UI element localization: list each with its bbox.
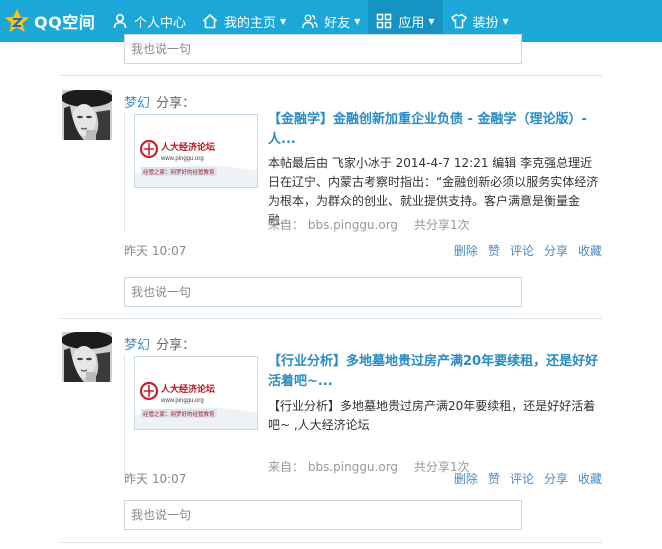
comment-button[interactable]: 评论: [510, 470, 534, 487]
nav-label: 应用: [398, 15, 425, 31]
link-thumbnail[interactable]: 人大经济论坛 www.pinggu.org 经管之家：网罗好的经管教育: [134, 114, 258, 188]
person-icon: [112, 13, 128, 29]
link-source: 来自： bbs.pinggu.org 共分享1次: [268, 216, 470, 233]
source-label: 来自：: [268, 460, 305, 474]
like-button[interactable]: 赞: [488, 242, 500, 259]
thumb-site-url: www.pinggu.org: [160, 398, 204, 404]
link-thumbnail[interactable]: 人大经济论坛 www.pinggu.org 经管之家：网罗好的经管教育: [134, 356, 258, 430]
home-icon: [202, 13, 218, 29]
nav-label: 好友: [324, 15, 351, 31]
share-button[interactable]: 分享: [544, 470, 568, 487]
thumb-slogan: 经管之家：网罗好的经管教育: [143, 410, 215, 418]
comment-input[interactable]: 我也说一句: [124, 277, 522, 307]
author-verb: 分享：: [156, 338, 196, 353]
post-time: 昨天 10:07: [124, 244, 187, 258]
link-summary: 【行业分析】多地墓地贵过房产满20年要续租，还是好好活着吧~ ,人大经济论坛: [268, 399, 596, 432]
caret-down-icon: ▼: [354, 16, 361, 26]
nav-label: 装扮: [472, 15, 499, 31]
thumb-site-url: www.pinggu.org: [160, 156, 204, 162]
author-name[interactable]: 梦幻: [124, 96, 150, 111]
avatar[interactable]: [62, 90, 112, 140]
delete-button[interactable]: 删除: [454, 242, 478, 259]
share-count[interactable]: 共分享1次: [414, 218, 470, 232]
caret-down-icon: ▼: [428, 16, 435, 26]
post-time: 昨天 10:07: [124, 472, 187, 486]
author-name[interactable]: 梦幻: [124, 338, 150, 353]
feed-divider: [60, 75, 602, 76]
favorite-button[interactable]: 收藏: [578, 470, 602, 487]
shirt-icon: [450, 13, 467, 29]
shared-link-card: 人大经济论坛 www.pinggu.org 经管之家：网罗好的经管教育 【金融学…: [124, 112, 604, 232]
feed-divider: [60, 318, 602, 319]
source-label: 来自：: [268, 218, 305, 232]
thumb-slogan: 经管之家：网罗好的经管教育: [143, 168, 215, 176]
apps-icon: [376, 13, 392, 29]
share-button[interactable]: 分享: [544, 242, 568, 259]
link-source: 来自： bbs.pinggu.org 共分享1次: [268, 458, 470, 475]
qzone-logo[interactable]: QQ空间: [0, 0, 104, 42]
comment-button[interactable]: 评论: [510, 242, 534, 259]
star-logo-icon: [4, 8, 30, 33]
avatar[interactable]: [62, 332, 112, 382]
post-actions: 删除 赞 评论 分享 收藏: [454, 470, 602, 487]
card-left-border: [124, 112, 125, 232]
shared-link-card: 人大经济论坛 www.pinggu.org 经管之家：网罗好的经管教育 【行业分…: [124, 354, 604, 474]
comment-input[interactable]: 我也说一句: [124, 34, 522, 64]
link-title[interactable]: 【行业分析】多地墓地贵过房产满20年要续租，还是好好活着吧~...: [268, 352, 600, 392]
caret-down-icon: ▼: [502, 16, 509, 26]
author-verb: 分享：: [156, 96, 196, 111]
link-title[interactable]: 【金融学】金融创新加重企业负债 - 金融学（理论版）- 人...: [268, 110, 600, 150]
like-button[interactable]: 赞: [488, 470, 500, 487]
thumb-site-name: 人大经济论坛: [160, 141, 215, 152]
source-domain[interactable]: bbs.pinggu.org: [308, 218, 398, 232]
nav-label: 我的主页: [224, 15, 277, 31]
post-actions: 删除 赞 评论 分享 收藏: [454, 242, 602, 259]
feed: 我也说一句 梦幻 分享： 人大经济论坛 www.pinggu.org 经管之家：…: [0, 34, 662, 549]
delete-button[interactable]: 删除: [454, 470, 478, 487]
post-author-line: 梦幻 分享：: [124, 92, 195, 111]
feed-divider: [60, 542, 602, 543]
comment-input[interactable]: 我也说一句: [124, 500, 522, 530]
favorite-button[interactable]: 收藏: [578, 242, 602, 259]
caret-down-icon: ▼: [280, 16, 287, 26]
source-domain[interactable]: bbs.pinggu.org: [308, 460, 398, 474]
post-author-line: 梦幻 分享：: [124, 334, 195, 353]
nav-label: 个人中心: [134, 15, 187, 31]
friends-icon: [302, 13, 318, 29]
thumb-site-name: 人大经济论坛: [160, 383, 215, 394]
card-left-border: [124, 354, 125, 474]
logo-text: QQ空间: [34, 13, 96, 32]
